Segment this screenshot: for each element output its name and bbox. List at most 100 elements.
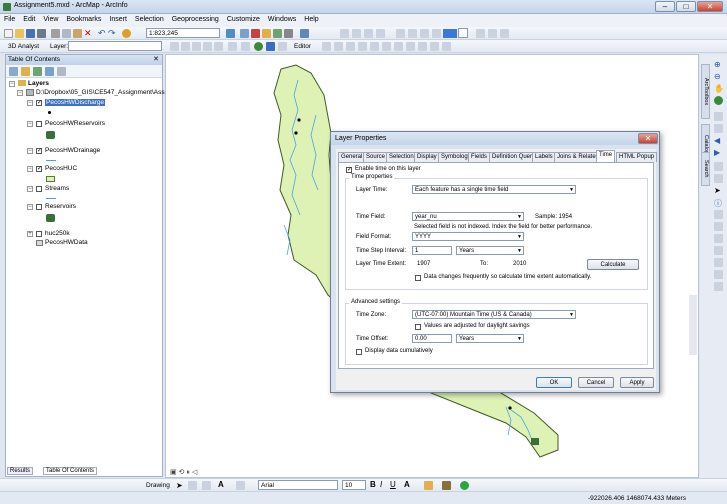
time-step-input[interactable]: 1	[412, 246, 452, 255]
3d-analyst-menu[interactable]: 3D Analyst	[8, 43, 39, 50]
layer-checkbox[interactable]	[36, 231, 42, 237]
menu-customize[interactable]: Customize	[223, 14, 264, 25]
layer-checkbox[interactable]	[36, 186, 42, 192]
forward-icon[interactable]: ▶	[714, 148, 723, 157]
paste-icon[interactable]	[73, 29, 82, 38]
tool-icon[interactable]	[228, 42, 237, 51]
field-format-dropdown[interactable]: YYYY ▼	[412, 232, 524, 241]
close-icon[interactable]: ✕	[153, 55, 159, 65]
layer-checkbox[interactable]: ✓	[36, 166, 42, 172]
copy-icon[interactable]	[62, 29, 71, 38]
tool-icon[interactable]	[170, 42, 179, 51]
time-slider-icon[interactable]	[714, 270, 723, 279]
options-icon[interactable]	[57, 67, 66, 76]
tool-icon[interactable]	[358, 42, 367, 51]
tool-icon[interactable]	[214, 42, 223, 51]
collapse-icon[interactable]: −	[27, 186, 33, 192]
menu-help[interactable]: Help	[300, 14, 322, 25]
layer-time-dropdown[interactable]: Each feature has a single time field ▼	[412, 185, 576, 194]
tool-icon[interactable]	[376, 29, 385, 38]
tab-results[interactable]: Results	[7, 467, 34, 475]
tool-icon[interactable]	[430, 42, 439, 51]
list-by-selection-icon[interactable]	[45, 67, 54, 76]
drawing-menu[interactable]: Drawing	[146, 482, 170, 489]
color-dropdown[interactable]	[458, 28, 468, 38]
tool-icon[interactable]	[382, 42, 391, 51]
print-icon[interactable]	[37, 29, 46, 38]
menu-file[interactable]: File	[0, 14, 19, 25]
tab-fields[interactable]: Fields	[468, 152, 491, 162]
save-icon[interactable]	[26, 29, 35, 38]
hyperlink-icon[interactable]	[714, 246, 723, 255]
fill-color-icon[interactable]	[424, 481, 433, 490]
tab-display[interactable]: Display	[414, 152, 440, 162]
close-button[interactable]: ✕	[697, 1, 723, 12]
zoom-out-icon[interactable]: ⊖	[714, 72, 723, 81]
rectangle-icon[interactable]	[202, 481, 211, 490]
collapse-icon[interactable]: −	[27, 121, 33, 127]
layer-checkbox[interactable]: ✓	[36, 100, 42, 106]
menu-bookmarks[interactable]: Bookmarks	[62, 14, 105, 25]
layer-reservoirs[interactable]: Reservoirs	[45, 203, 76, 210]
collapse-icon[interactable]: −	[27, 204, 33, 210]
search-window-icon[interactable]	[300, 29, 309, 38]
underline-icon[interactable]: U	[390, 481, 399, 490]
select-elements-icon[interactable]: ➤	[714, 186, 723, 195]
minimize-button[interactable]: –	[655, 1, 675, 12]
fixed-zoom-in-icon[interactable]	[714, 112, 723, 121]
apply-button[interactable]: Apply	[620, 377, 654, 388]
delete-icon[interactable]: ✕	[84, 29, 93, 38]
tab-labels[interactable]: Labels	[532, 152, 556, 162]
tool-icon[interactable]	[406, 42, 415, 51]
time-field-dropdown[interactable]: year_nu ▼	[412, 212, 524, 221]
cancel-button[interactable]: Cancel	[578, 377, 614, 388]
collapse-icon[interactable]: −	[27, 100, 33, 106]
map-scrollbar[interactable]	[689, 295, 697, 355]
go-to-xy-icon[interactable]	[714, 222, 723, 231]
font-size-dropdown[interactable]: 10	[342, 480, 366, 490]
list-by-source-icon[interactable]	[21, 67, 30, 76]
layer-pecoshwreservoirs[interactable]: PecosHWReservoirs	[45, 120, 105, 127]
layer-pecoshwdrainage[interactable]: PecosHWDrainage	[45, 147, 100, 154]
time-offset-unit-dropdown[interactable]: Years ▼	[456, 334, 524, 343]
tool-icon[interactable]	[278, 42, 287, 51]
tool-icon[interactable]	[241, 42, 250, 51]
calculate-button[interactable]: Calculate	[587, 259, 639, 270]
tab-source[interactable]: Source	[363, 152, 389, 162]
dialog-close-button[interactable]: ✕	[638, 133, 658, 144]
reservoir-symbol-icon[interactable]	[531, 438, 539, 445]
tab-html-popup[interactable]: HTML Popup	[616, 152, 658, 162]
tab-time[interactable]: Time	[596, 150, 616, 162]
toc-window-icon[interactable]	[240, 29, 249, 38]
tool-icon[interactable]	[340, 29, 349, 38]
tool-icon[interactable]	[488, 29, 497, 38]
tab-table-of-contents[interactable]: Table Of Contents	[43, 467, 98, 475]
modelbuilder-icon[interactable]	[284, 29, 293, 38]
tool-icon[interactable]	[364, 29, 373, 38]
time-offset-input[interactable]: 0.00	[412, 334, 452, 343]
tool-icon[interactable]	[266, 42, 275, 51]
html-popup-icon[interactable]	[714, 258, 723, 267]
editor-menu[interactable]: Editor	[294, 43, 311, 50]
rotate-icon[interactable]	[188, 481, 197, 490]
font-dropdown[interactable]: Arial	[258, 480, 338, 490]
layer-pecoshwdischarge[interactable]: PecosHWDischarge	[45, 99, 106, 106]
tool-icon[interactable]	[192, 42, 201, 51]
undo-icon[interactable]: ↶	[98, 29, 107, 38]
dst-checkbox[interactable]	[415, 324, 421, 330]
menu-selection[interactable]: Selection	[131, 14, 168, 25]
table-pecoshwdata[interactable]: PecosHWData	[45, 239, 88, 246]
tool-icon[interactable]	[346, 42, 355, 51]
collapse-icon[interactable]: −	[9, 81, 15, 87]
clear-selection-icon[interactable]	[714, 174, 723, 183]
tab-definition-query[interactable]: Definition Query	[489, 152, 539, 162]
tool-icon[interactable]	[420, 29, 429, 38]
menu-geoprocessing[interactable]: Geoprocessing	[168, 14, 223, 25]
tool-icon[interactable]	[500, 29, 509, 38]
search-panel-tab[interactable]: Search	[701, 152, 710, 186]
tool-icon[interactable]	[370, 42, 379, 51]
tab-selection[interactable]: Selection	[386, 152, 417, 162]
layer-checkbox[interactable]: ✓	[36, 148, 42, 154]
menu-windows[interactable]: Windows	[264, 14, 300, 25]
discharge-point[interactable]	[294, 131, 298, 135]
